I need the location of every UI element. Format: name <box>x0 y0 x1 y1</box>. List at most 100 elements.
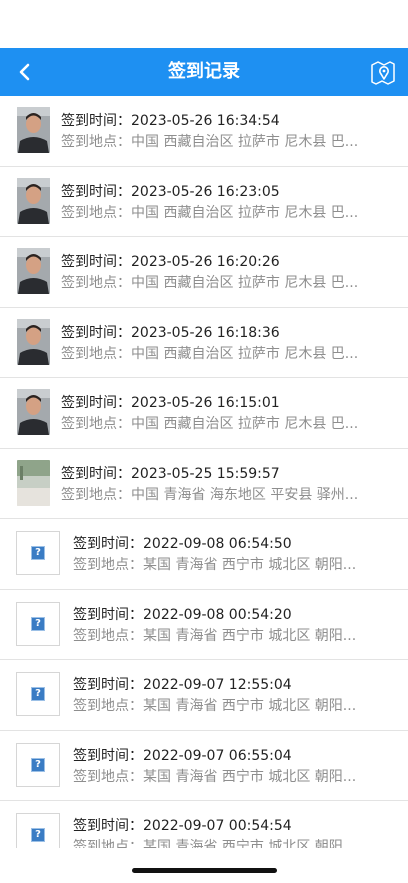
record-item[interactable]: 签到时间：2023-05-26 16:18:36 签到地点：中国 西藏自治区 拉萨… <box>0 307 408 378</box>
record-item[interactable]: 签到时间：2023-05-25 15:59:57 签到地点：中国 青海省 海东地区… <box>0 448 408 519</box>
checkin-time-value: 2022-09-08 00:54:20 <box>143 606 292 623</box>
checkin-place-label: 签到地点： <box>61 204 131 221</box>
checkin-place-label: 签到地点： <box>61 134 131 150</box>
checkin-place-label: 签到地点： <box>61 486 131 503</box>
record-item[interactable]: ? 签到时间：2022-09-07 00:54:54 签到地点：某国 青海省 西宁市… <box>0 801 408 848</box>
checkin-photo[interactable] <box>17 459 50 506</box>
checkin-time: 签到时间：2023-05-26 16:15:01 <box>61 393 396 414</box>
checkin-time: 签到时间：2022-09-08 06:54:50 <box>73 534 396 555</box>
checkin-place: 签到地点：中国 西藏自治区 拉萨市 尼木县 巴... <box>61 414 396 435</box>
broken-image-icon: ? <box>31 616 45 631</box>
map-button[interactable] <box>370 59 396 85</box>
checkin-place-value: 中国 西藏自治区 拉萨市 尼木县 巴... <box>131 345 359 362</box>
checkin-time-label: 签到时间： <box>61 254 131 270</box>
nav-bar: 签到记录 <box>0 48 408 96</box>
checkin-photo[interactable] <box>17 248 50 294</box>
checkin-place-value: 中国 西藏自治区 拉萨市 尼木县 巴... <box>131 134 359 150</box>
checkin-place-value: 某国 青海省 西宁市 城北区 朝阳... <box>143 627 357 644</box>
checkin-place-value: 某国 青海省 西宁市 城北区 朝阳... <box>143 698 357 714</box>
checkin-place: 签到地点：某国 青海省 西宁市 城北区 朝阳... <box>73 696 396 717</box>
checkin-time-label: 签到时间： <box>61 113 131 129</box>
checkin-time-label: 签到时间： <box>61 183 131 200</box>
checkin-place: 签到地点：中国 西藏自治区 拉萨市 尼木县 巴... <box>61 203 396 224</box>
record-text: 签到时间：2022-09-07 00:54:54 签到地点：某国 青海省 西宁市 … <box>73 816 396 848</box>
record-list[interactable]: 签到时间：2023-05-26 16:34:54 签到地点：中国 西藏自治区 拉萨… <box>0 96 408 848</box>
broken-image-icon: ? <box>31 828 45 842</box>
photo-placeholder-icon: ? <box>16 672 60 716</box>
record-text: 签到时间：2023-05-26 16:34:54 签到地点：中国 西藏自治区 拉萨… <box>61 111 396 153</box>
record-text: 签到时间：2023-05-26 16:20:26 签到地点：中国 西藏自治区 拉萨… <box>61 252 396 294</box>
record-text: 签到时间：2022-09-07 12:55:04 签到地点：某国 青海省 西宁市 … <box>73 675 396 717</box>
checkin-time: 签到时间：2023-05-26 16:34:54 <box>61 111 396 132</box>
record-item[interactable]: ? 签到时间：2022-09-08 06:54:50 签到地点：某国 青海省 西宁市… <box>0 519 408 590</box>
checkin-place-value: 某国 青海省 西宁市 城北区 朝阳... <box>143 557 357 573</box>
checkin-time-label: 签到时间： <box>73 536 143 552</box>
checkin-time-value: 2022-09-08 06:54:50 <box>143 536 292 552</box>
checkin-place: 签到地点：某国 青海省 西宁市 城北区 朝阳... <box>73 767 396 788</box>
checkin-place: 签到地点：中国 西藏自治区 拉萨市 尼木县 巴... <box>61 344 396 365</box>
checkin-time-label: 签到时间： <box>61 395 131 411</box>
record-text: 签到时间：2022-09-08 00:54:20 签到地点：某国 青海省 西宁市 … <box>73 605 396 647</box>
checkin-time-value: 2023-05-25 15:59:57 <box>131 465 280 482</box>
checkin-place-value: 某国 青海省 西宁市 城北区 朝阳... <box>143 768 357 785</box>
status-bar <box>0 0 408 48</box>
checkin-time-label: 签到时间： <box>73 606 143 623</box>
checkin-time: 签到时间：2022-09-07 12:55:04 <box>73 675 396 696</box>
checkin-place-value: 中国 西藏自治区 拉萨市 尼木县 巴... <box>131 275 359 291</box>
home-indicator <box>132 868 277 873</box>
record-item[interactable]: ? 签到时间：2022-09-07 12:55:04 签到地点：某国 青海省 西宁市… <box>0 660 408 731</box>
checkin-place-label: 签到地点： <box>61 275 131 291</box>
checkin-time-value: 2022-09-07 12:55:04 <box>143 677 292 693</box>
checkin-photo[interactable] <box>17 107 50 153</box>
photo-placeholder-icon: ? <box>16 531 60 575</box>
record-text: 签到时间：2023-05-26 16:23:05 签到地点：中国 西藏自治区 拉萨… <box>61 182 396 224</box>
checkin-time-value: 2022-09-07 00:54:54 <box>143 818 292 834</box>
checkin-place: 签到地点：中国 西藏自治区 拉萨市 尼木县 巴... <box>61 273 396 294</box>
record-text: 签到时间：2023-05-26 16:18:36 签到地点：中国 西藏自治区 拉萨… <box>61 323 396 365</box>
checkin-place-label: 签到地点： <box>61 416 131 432</box>
photo-placeholder-icon: ? <box>16 601 60 646</box>
checkin-place-value: 某国 青海省 西宁市 城北区 朝阳... <box>143 839 357 848</box>
checkin-time-label: 签到时间： <box>61 324 131 341</box>
page-title: 签到记录 <box>168 61 240 82</box>
map-pin-icon <box>371 61 395 85</box>
checkin-time: 签到时间：2023-05-26 16:23:05 <box>61 182 396 203</box>
record-item[interactable]: 签到时间：2023-05-26 16:34:54 签到地点：中国 西藏自治区 拉萨… <box>0 96 408 167</box>
broken-image-icon: ? <box>31 757 45 772</box>
broken-image-icon: ? <box>31 687 45 701</box>
record-text: 签到时间：2023-05-25 15:59:57 签到地点：中国 青海省 海东地区… <box>61 464 396 506</box>
record-item[interactable]: ? 签到时间：2022-09-08 00:54:20 签到地点：某国 青海省 西宁市… <box>0 589 408 660</box>
checkin-place-label: 签到地点： <box>73 768 143 785</box>
record-item[interactable]: ? 签到时间：2022-09-07 06:55:04 签到地点：某国 青海省 西宁市… <box>0 730 408 801</box>
record-item[interactable]: 签到时间：2023-05-26 16:15:01 签到地点：中国 西藏自治区 拉萨… <box>0 378 408 449</box>
record-item[interactable]: 签到时间：2023-05-26 16:23:05 签到地点：中国 西藏自治区 拉萨… <box>0 166 408 237</box>
checkin-photo[interactable] <box>17 177 50 224</box>
checkin-place-label: 签到地点： <box>73 627 143 644</box>
photo-placeholder-icon: ? <box>16 813 60 848</box>
checkin-time: 签到时间：2023-05-26 16:20:26 <box>61 252 396 273</box>
checkin-place: 签到地点：中国 青海省 海东地区 平安县 驿州... <box>61 485 396 506</box>
checkin-time-label: 签到时间： <box>73 677 143 693</box>
checkin-time-value: 2023-05-26 16:23:05 <box>131 183 280 200</box>
checkin-place-label: 签到地点： <box>73 698 143 714</box>
checkin-place-label: 签到地点： <box>61 345 131 362</box>
checkin-photo[interactable] <box>17 389 50 435</box>
checkin-time-label: 签到时间： <box>73 818 143 834</box>
record-text: 签到时间：2022-09-07 06:55:04 签到地点：某国 青海省 西宁市 … <box>73 746 396 788</box>
checkin-time-label: 签到时间： <box>61 465 131 482</box>
record-item[interactable]: 签到时间：2023-05-26 16:20:26 签到地点：中国 西藏自治区 拉萨… <box>0 237 408 308</box>
record-text: 签到时间：2022-09-08 06:54:50 签到地点：某国 青海省 西宁市 … <box>73 534 396 576</box>
checkin-time: 签到时间：2022-09-07 00:54:54 <box>73 816 396 837</box>
checkin-place-label: 签到地点： <box>73 839 143 848</box>
broken-image-icon: ? <box>31 546 45 560</box>
checkin-place: 签到地点：某国 青海省 西宁市 城北区 朝阳... <box>73 837 396 848</box>
checkin-time-value: 2023-05-26 16:20:26 <box>131 254 280 270</box>
record-text: 签到时间：2023-05-26 16:15:01 签到地点：中国 西藏自治区 拉萨… <box>61 393 396 435</box>
checkin-place-value: 中国 西藏自治区 拉萨市 尼木县 巴... <box>131 416 359 432</box>
checkin-time: 签到时间：2022-09-07 06:55:04 <box>73 746 396 767</box>
checkin-time-value: 2023-05-26 16:34:54 <box>131 113 280 129</box>
checkin-place-value: 中国 青海省 海东地区 平安县 驿州... <box>131 486 359 503</box>
photo-placeholder-icon: ? <box>16 742 60 787</box>
checkin-photo[interactable] <box>17 318 50 365</box>
checkin-time: 签到时间：2022-09-08 00:54:20 <box>73 605 396 626</box>
